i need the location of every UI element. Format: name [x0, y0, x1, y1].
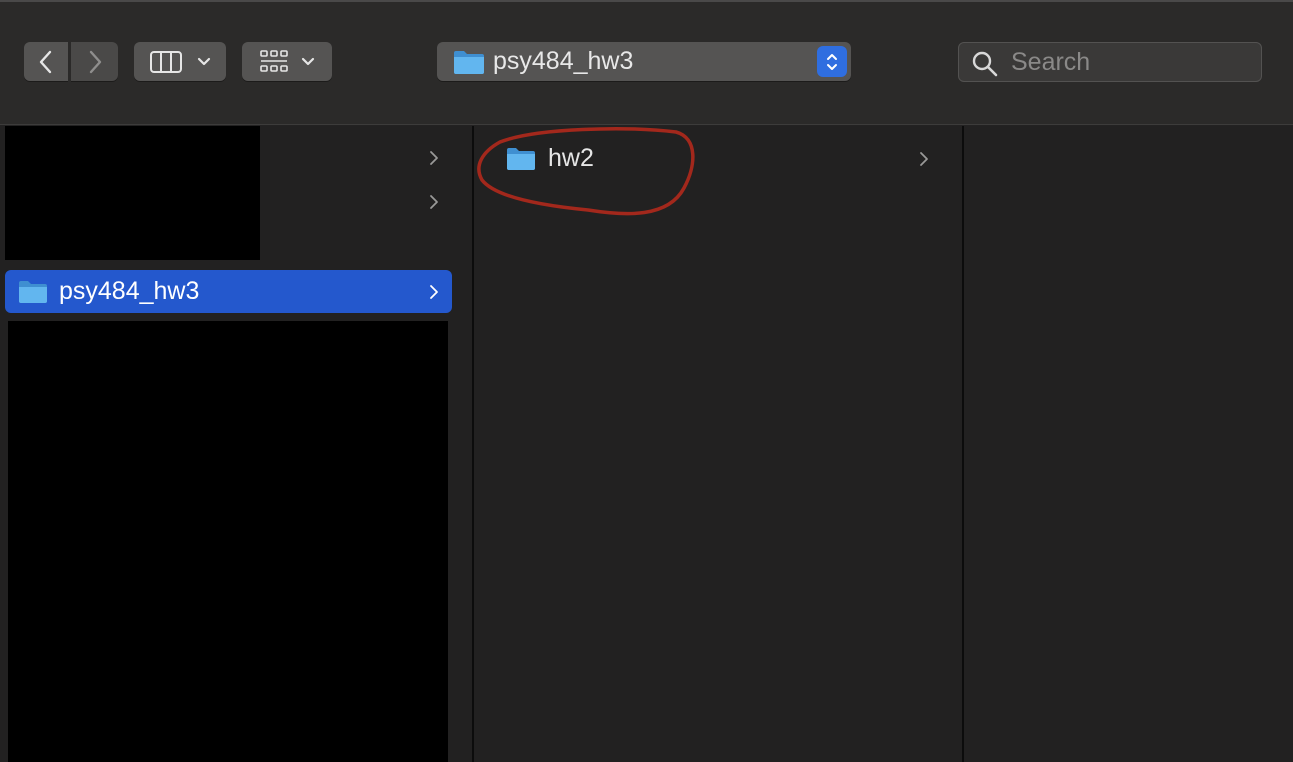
redacted-block — [8, 321, 448, 762]
list-item-label: psy484_hw3 — [59, 277, 200, 305]
finder-window: psy484_hw3 Search psy484_hw3 hw2 — [0, 0, 1293, 762]
chevron-down-icon — [301, 57, 315, 67]
chevron-right-icon[interactable] — [428, 150, 440, 171]
path-popup-label: psy484_hw3 — [493, 47, 634, 75]
list-item[interactable]: hw2 — [494, 140, 944, 180]
view-mode-button[interactable] — [134, 42, 226, 81]
group-grid-icon — [259, 49, 289, 75]
chevron-right-icon — [86, 50, 104, 74]
chevron-right-icon[interactable] — [428, 194, 440, 215]
folder-icon — [18, 279, 48, 309]
chevron-right-icon — [428, 284, 440, 305]
search-input[interactable] — [1011, 46, 1251, 78]
columns-view-icon — [149, 50, 183, 74]
back-button[interactable] — [24, 42, 68, 81]
chevron-left-icon — [37, 50, 55, 74]
list-item-selected[interactable]: psy484_hw3 — [5, 270, 452, 313]
chevron-down-icon — [197, 57, 211, 67]
list-item-label: hw2 — [548, 144, 594, 172]
chevron-right-icon — [918, 151, 930, 172]
column-1: psy484_hw3 — [0, 126, 472, 762]
redacted-block — [5, 126, 260, 260]
search-icon — [971, 50, 999, 83]
folder-icon — [453, 49, 485, 80]
folder-icon — [506, 146, 536, 176]
column-3 — [964, 126, 1293, 762]
search-field[interactable] — [958, 42, 1262, 82]
forward-button[interactable] — [71, 42, 118, 81]
path-stepper[interactable] — [817, 46, 847, 77]
column-2: hw2 — [474, 126, 962, 762]
path-popup[interactable]: psy484_hw3 — [437, 42, 851, 81]
toolbar: psy484_hw3 — [0, 0, 1293, 125]
window-top-edge — [0, 0, 1293, 2]
group-button[interactable] — [242, 42, 332, 81]
